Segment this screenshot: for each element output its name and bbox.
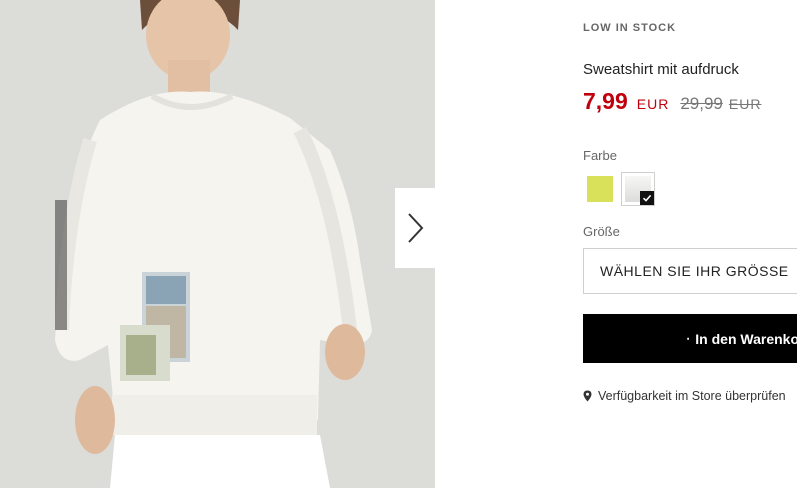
color-swatch-yellow[interactable] [587,176,613,202]
old-price-currency: EUR [728,96,762,112]
color-swatch-white[interactable] [621,172,655,206]
current-price: 7,99 [583,88,628,114]
add-to-cart-button[interactable]: In den Warenkorb [583,314,797,363]
map-pin-icon [583,390,592,402]
color-label: Farbe [583,148,617,163]
stock-status: LOW IN STOCK [583,22,677,34]
chevron-right-icon [408,213,424,243]
checkmark-icon [640,191,654,205]
next-image-button[interactable] [395,188,435,268]
product-photo [0,0,435,488]
store-availability-text: Verfügbarkeit im Store überprüfen [598,389,786,403]
price-row: 7,99 EUR 29,99 EUR [583,88,761,115]
shopping-bag-icon [687,337,690,340]
store-availability-link[interactable]: Verfügbarkeit im Store überprüfen [583,389,786,403]
current-price-currency: EUR [636,96,670,112]
size-select-text: WÄHLEN SIE IHR GRÖSSE [600,263,789,279]
size-label: Größe [583,224,620,239]
add-to-cart-label: In den Warenkorb [695,330,797,347]
product-image-gallery [0,0,435,488]
product-title: Sweatshirt mit aufdruck [583,61,739,78]
size-select[interactable]: WÄHLEN SIE IHR GRÖSSE [583,248,797,294]
old-price: 29,99 [680,94,723,113]
